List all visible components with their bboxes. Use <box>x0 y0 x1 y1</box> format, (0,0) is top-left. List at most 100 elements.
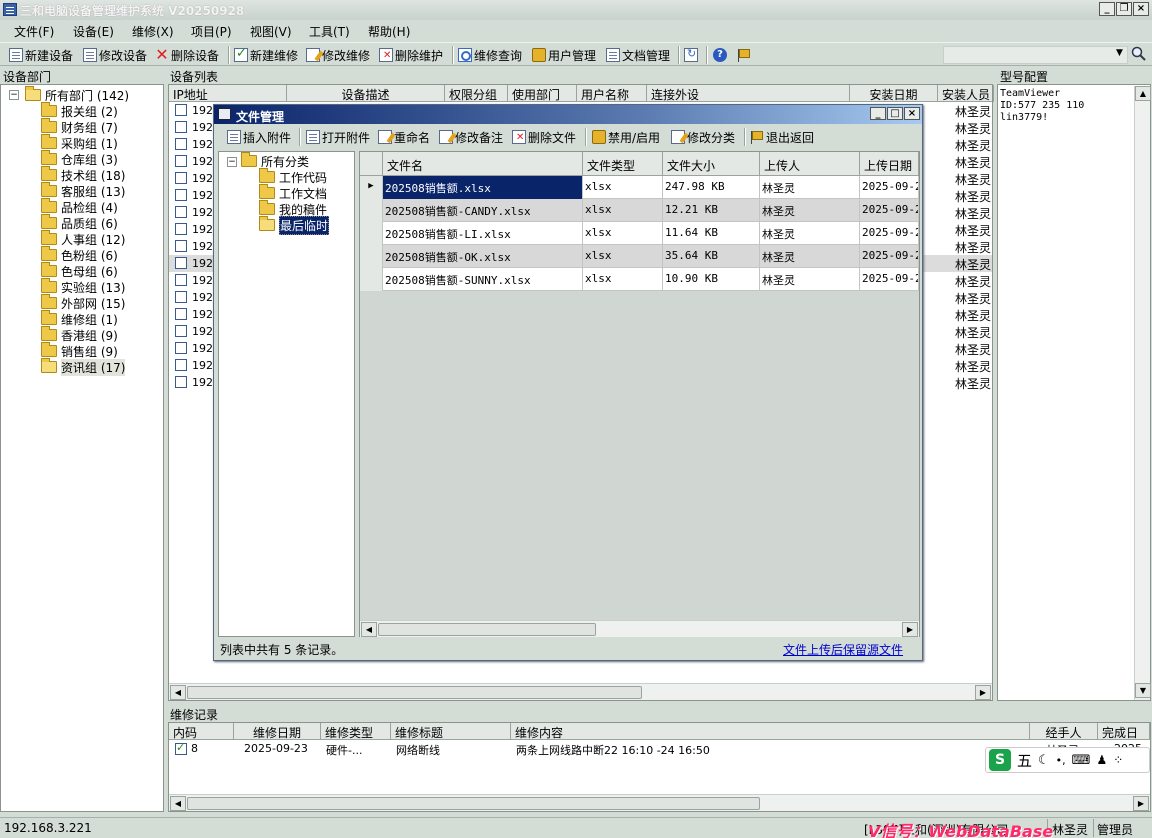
dept-item[interactable]: 仓库组 (3) <box>41 150 118 167</box>
category-item[interactable]: 最后临时 <box>259 215 330 235</box>
menu-view[interactable]: 视图(V) <box>250 23 292 40</box>
row-selector[interactable] <box>360 245 383 268</box>
row-selector[interactable] <box>360 222 383 245</box>
scroll-down-button[interactable]: ▼ <box>1135 683 1151 698</box>
user-icon[interactable]: ♟ <box>1096 753 1107 767</box>
dept-item[interactable]: 采购组 (1) <box>41 134 118 151</box>
new-device-button[interactable]: 新建设备 <box>9 46 73 64</box>
apps-icon[interactable]: ⁘ <box>1113 753 1123 767</box>
row-selector[interactable]: ▶ <box>360 176 383 199</box>
model-text[interactable]: TeamViewer ID:577 235 110 lin3779! ▲ ▼ <box>997 84 1151 701</box>
moon-icon[interactable]: ☾ <box>1038 753 1050 768</box>
dept-item[interactable]: 实验组 (13) <box>41 278 125 295</box>
edit-device-button[interactable]: 修改设备 <box>83 46 147 64</box>
col-file-name[interactable]: 文件名 <box>383 152 583 176</box>
minimize-button[interactable]: _ <box>1099 2 1115 16</box>
keyboard-icon[interactable]: ⌨ <box>1072 753 1091 768</box>
menu-repair[interactable]: 维修(X) <box>132 23 174 40</box>
scroll-thumb[interactable] <box>187 797 760 810</box>
dept-item[interactable]: 色粉组 (6) <box>41 246 118 263</box>
new-repair-button[interactable]: 新建维修 <box>234 46 298 64</box>
scroll-left-button[interactable]: ◀ <box>170 685 186 700</box>
dept-item[interactable]: 香港组 (9) <box>41 326 118 343</box>
file-hscroll[interactable]: ◀ ▶ <box>360 620 919 637</box>
punctuation-icon[interactable]: •, <box>1056 754 1066 767</box>
col-finish[interactable]: 完成日 <box>1098 723 1150 740</box>
dept-item[interactable]: 客服组 (13) <box>41 182 125 199</box>
file-row[interactable]: 202508销售额-CANDY.xlsx xlsx 12.21 KB 林圣灵 2025-… <box>360 199 919 222</box>
keep-source-link[interactable]: 文件上传后保留源文件 <box>783 641 903 658</box>
dept-item[interactable]: 品检组 (4) <box>41 198 118 215</box>
magnifier-icon[interactable] <box>1131 46 1147 62</box>
rename-button[interactable]: 重命名 <box>378 128 430 146</box>
dept-item[interactable]: 维修组 (1) <box>41 310 118 327</box>
col-upload-date[interactable]: 上传日期 <box>860 152 919 176</box>
tree-collapse-icon[interactable]: − <box>9 90 19 100</box>
col-peripheral[interactable]: 连接外设 <box>647 85 850 102</box>
dept-item[interactable]: 色母组 (6) <box>41 262 118 279</box>
tree-collapse-icon[interactable]: − <box>227 157 237 167</box>
col-handler[interactable]: 经手人 <box>1030 723 1098 740</box>
dept-item[interactable]: 技术组 (18) <box>41 166 125 183</box>
exit-return-button[interactable]: 退出返回 <box>750 128 814 146</box>
col-file-size[interactable]: 文件大小 <box>663 152 760 176</box>
col-desc[interactable]: 设备描述 <box>287 85 445 102</box>
search-dropdown-icon[interactable]: ▼ <box>1116 48 1123 58</box>
insert-attachment-button[interactable]: 插入附件 <box>227 128 291 146</box>
dept-item[interactable]: 外部网 (15) <box>41 294 125 311</box>
category-item[interactable]: 工作文档 <box>259 184 327 201</box>
repair-query-button[interactable]: 维修查询 <box>458 46 522 64</box>
model-vscroll[interactable]: ▲ ▼ <box>1134 86 1151 700</box>
scroll-thumb[interactable] <box>378 623 596 636</box>
exit-button[interactable] <box>737 46 751 64</box>
file-row[interactable]: 202508销售额-LI.xlsx xlsx 11.64 KB 林圣灵 2025-09-… <box>360 222 919 245</box>
dept-item[interactable]: 销售组 (9) <box>41 342 118 359</box>
dept-item[interactable]: 报关组 (2) <box>41 102 118 119</box>
edit-note-button[interactable]: 修改备注 <box>439 128 503 146</box>
col-user[interactable]: 用户名称 <box>577 85 647 102</box>
col-repair-date[interactable]: 维修日期 <box>234 723 321 740</box>
scroll-left-button[interactable]: ◀ <box>361 622 377 637</box>
col-ip[interactable]: IP地址 <box>169 85 287 102</box>
device-hscroll[interactable]: ◀ ▶ <box>169 683 992 700</box>
scroll-up-button[interactable]: ▲ <box>1135 86 1151 101</box>
scroll-right-button[interactable]: ▶ <box>902 622 918 637</box>
col-code[interactable]: 内码 <box>169 723 234 740</box>
dept-item[interactable]: 人事组 (12) <box>41 230 125 247</box>
col-install-date[interactable]: 安装日期 <box>850 85 938 102</box>
scroll-left-button[interactable]: ◀ <box>170 796 186 811</box>
delete-repair-button[interactable]: 删除维护 <box>379 46 443 64</box>
dept-item[interactable]: 资讯组 (17) <box>41 358 126 376</box>
col-installer[interactable]: 安装人员 <box>938 85 994 102</box>
menu-help[interactable]: 帮助(H) <box>368 23 410 40</box>
ime-mode[interactable]: 五 <box>1017 750 1032 771</box>
ime-toolbar[interactable]: S 五 ☾ •, ⌨ ♟ ⁘ <box>985 747 1150 773</box>
delete-file-button[interactable]: 删除文件 <box>512 128 576 146</box>
col-repair-content[interactable]: 维修内容 <box>511 723 1030 740</box>
file-row[interactable]: ▶202508销售额.xlsxxlsx247.98 KB林圣灵2025-09-2… <box>360 176 919 199</box>
scroll-right-button[interactable]: ▶ <box>1133 796 1149 811</box>
repair-hscroll[interactable]: ◀ ▶ <box>169 794 1150 811</box>
dept-item[interactable]: 财务组 (7) <box>41 118 118 135</box>
row-selector[interactable] <box>360 268 383 291</box>
file-row[interactable]: 202508销售额-OK.xlsx xlsx 35.64 KB 林圣灵 2025-09-… <box>360 245 919 268</box>
doc-mgmt-button[interactable]: 文档管理 <box>606 46 670 64</box>
scroll-right-button[interactable]: ▶ <box>975 685 991 700</box>
restore-button[interactable]: ❐ <box>1116 2 1132 16</box>
col-repair-title[interactable]: 维修标题 <box>391 723 511 740</box>
dept-item[interactable]: 品质组 (6) <box>41 214 118 231</box>
col-uploader[interactable]: 上传人 <box>760 152 860 176</box>
menu-tools[interactable]: 工具(T) <box>309 23 350 40</box>
close-button[interactable]: × <box>1133 2 1149 16</box>
col-repair-type[interactable]: 维修类型 <box>321 723 391 740</box>
edit-repair-button[interactable]: 修改维修 <box>306 46 370 64</box>
toolbar-search-box[interactable] <box>943 46 1128 64</box>
scroll-thumb[interactable] <box>187 686 642 699</box>
menu-device[interactable]: 设备(E) <box>73 23 114 40</box>
category-root[interactable]: 所有分类 <box>241 152 309 169</box>
toggle-enable-button[interactable]: 禁用/启用 <box>592 128 660 146</box>
dialog-maximize-button[interactable]: □ <box>887 107 903 120</box>
open-attachment-button[interactable]: 打开附件 <box>306 128 370 146</box>
dialog-minimize-button[interactable]: _ <box>870 107 886 120</box>
file-row[interactable]: 202508销售额-SUNNY.xlsx xlsx 10.90 KB 林圣灵 2025-… <box>360 268 919 291</box>
